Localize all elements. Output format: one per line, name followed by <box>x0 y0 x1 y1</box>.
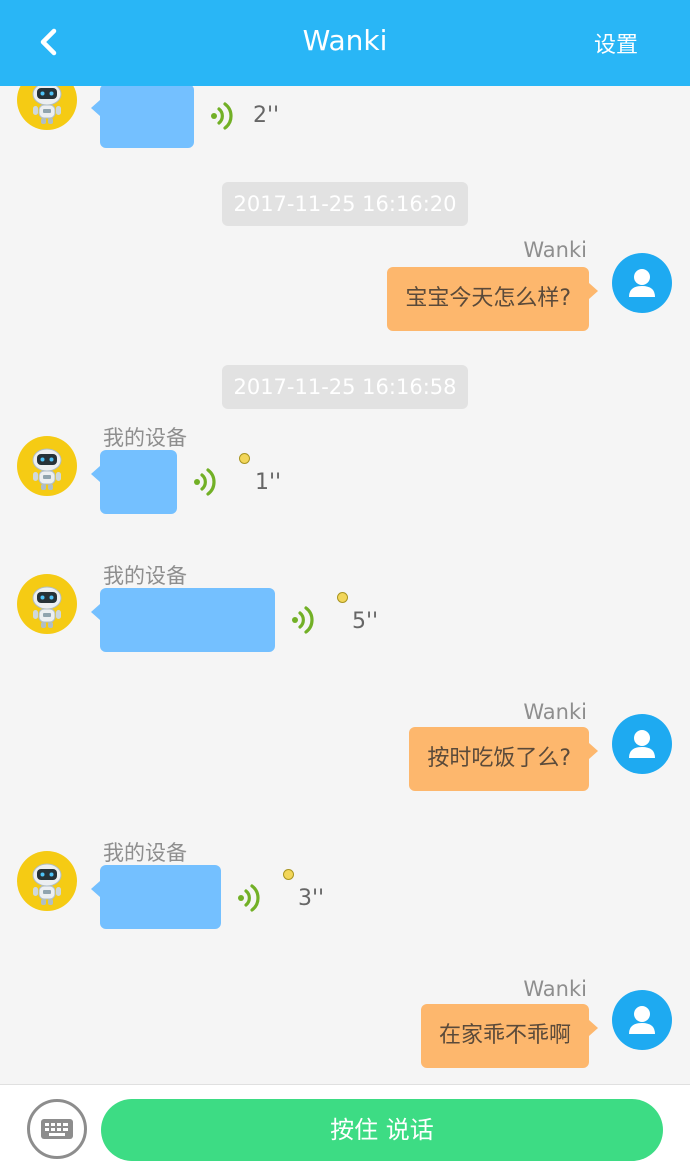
voice-message-bubble[interactable] <box>91 450 177 514</box>
sender-name: Wanki <box>523 238 587 262</box>
input-bar: 按住 说话 <box>0 1084 690 1176</box>
unread-indicator <box>239 453 250 464</box>
robot-avatar[interactable] <box>17 436 77 496</box>
text-message-bubble[interactable]: 在家乖不乖啊 <box>420 1004 599 1068</box>
voice-duration: 2'' <box>253 103 280 128</box>
user-icon <box>629 730 655 758</box>
voice-message-bubble[interactable] <box>91 865 221 929</box>
sender-name: 我的设备 <box>103 426 187 450</box>
voice-wave-icon <box>238 884 260 912</box>
timestamp: 2017-11-25 16:16:20 <box>222 182 468 226</box>
voice-wave-icon <box>194 468 216 496</box>
chat-title: Wanki <box>302 24 388 57</box>
keyboard-toggle-button[interactable] <box>27 1099 87 1159</box>
keyboard-icon <box>41 1119 73 1139</box>
sender-name: Wanki <box>523 977 587 1001</box>
robot-avatar[interactable] <box>17 574 77 634</box>
text-message-bubble[interactable]: 宝宝今天怎么样? <box>387 267 598 331</box>
settings-button[interactable]: 设置 <box>594 27 638 59</box>
robot-icon <box>32 586 62 628</box>
sender-name: Wanki <box>523 700 587 724</box>
user-avatar[interactable] <box>612 714 672 774</box>
user-avatar[interactable] <box>612 253 672 313</box>
voice-wave-icon <box>292 606 314 634</box>
robot-icon <box>32 86 62 124</box>
timestamp: 2017-11-25 16:16:58 <box>222 365 468 409</box>
robot-avatar[interactable] <box>17 851 77 911</box>
user-icon <box>629 1006 655 1034</box>
unread-indicator <box>283 869 294 880</box>
text-message-bubble[interactable]: 按时吃饭了么? <box>409 727 598 791</box>
voice-duration: 1'' <box>255 470 282 495</box>
voice-message-bubble[interactable] <box>91 588 275 652</box>
user-avatar[interactable] <box>612 990 672 1050</box>
voice-message-bubble[interactable] <box>91 86 194 148</box>
unread-indicator <box>337 592 348 603</box>
robot-icon <box>32 448 62 490</box>
app-header: Wanki 设置 <box>0 0 690 86</box>
chat-message-list[interactable]: 2'' 2017-11-25 16:16:20 Wanki 宝宝今天怎么样? 2… <box>0 86 690 1084</box>
robot-icon <box>32 863 62 905</box>
robot-avatar[interactable] <box>17 86 77 130</box>
sender-name: 我的设备 <box>103 564 187 588</box>
voice-wave-icon <box>211 102 233 130</box>
voice-duration: 3'' <box>298 886 325 911</box>
sender-name: 我的设备 <box>103 841 187 865</box>
user-icon <box>629 269 655 297</box>
hold-to-talk-button[interactable]: 按住 说话 <box>101 1099 663 1161</box>
voice-duration: 5'' <box>352 609 379 634</box>
